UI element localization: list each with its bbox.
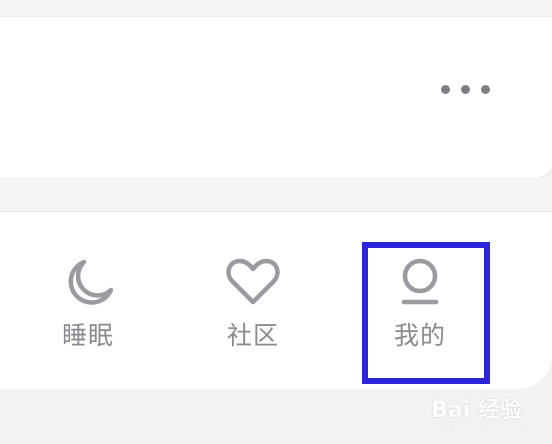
ellipsis-icon [441,85,450,94]
ellipsis-icon [461,85,470,94]
watermark-url: jingyan.baidu.com [437,420,530,431]
highlight-box [362,242,490,384]
section-gap [0,177,552,211]
ellipsis-icon [481,85,490,94]
moon-icon [68,259,114,305]
content-card [0,16,552,177]
more-options-button[interactable] [437,81,494,98]
heart-icon [226,258,280,305]
tab-community-label: 社区 [226,321,279,350]
tab-community[interactable]: 社区 [193,252,313,372]
top-strip [0,0,552,16]
tab-sleep-label: 睡眠 [61,321,114,350]
tab-sleep[interactable]: 睡眠 [28,252,148,372]
